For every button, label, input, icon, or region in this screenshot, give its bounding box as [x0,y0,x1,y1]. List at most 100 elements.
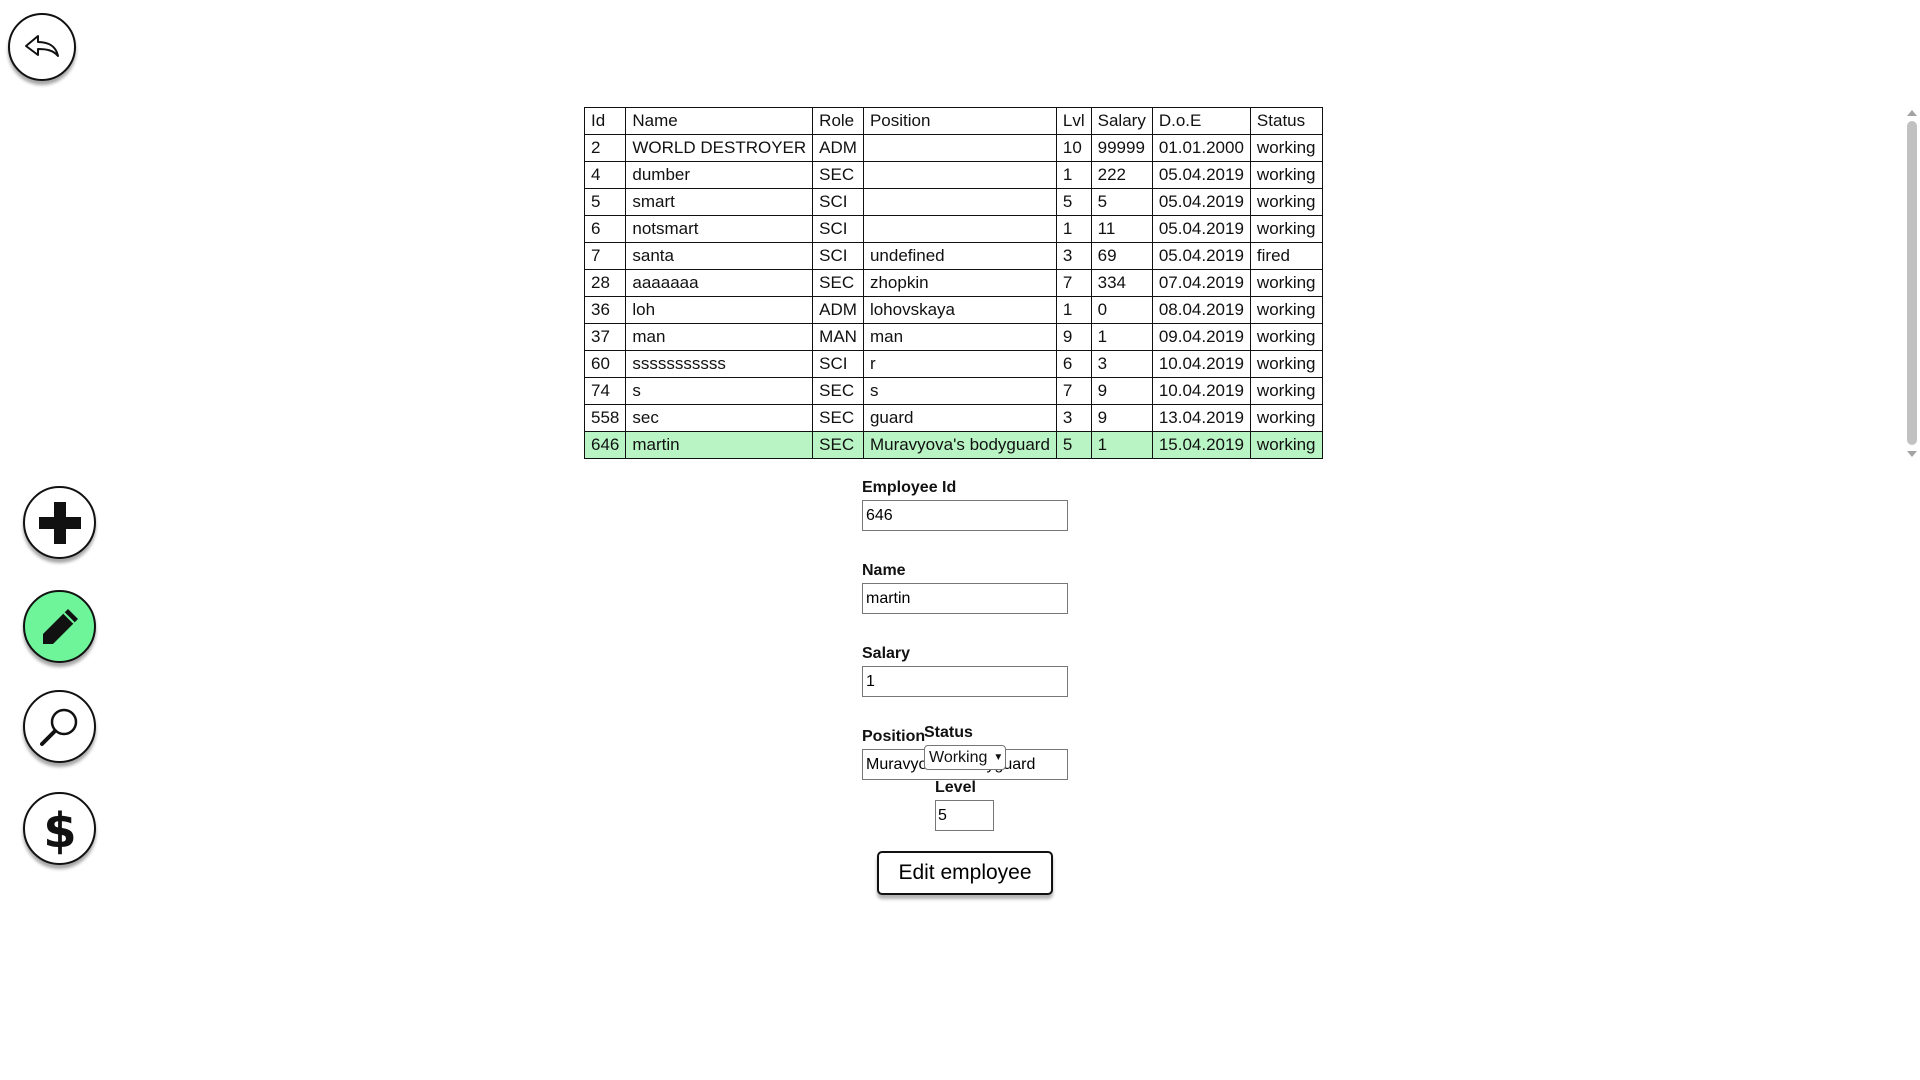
table-cell: 07.04.2019 [1151,269,1251,297]
table-cell [862,215,1057,243]
employees-table-container[interactable]: Id Name Role Position Lvl Salary D.o.E Status 2… [583,107,1904,460]
table-cell: SCI [812,215,864,243]
undo-arrow-icon [25,35,59,57]
column-header[interactable]: Name [625,107,814,135]
level-group: Level [935,778,1005,831]
table-cell: 646 [583,431,627,459]
edit-employee-nav-button[interactable] [23,590,96,663]
column-header[interactable]: Role [812,107,864,135]
table-cell: 37 [583,323,627,351]
table-cell: working [1249,404,1323,432]
table-scrollbar[interactable] [1904,107,1920,460]
edit-employee-button[interactable]: Edit employee [877,851,1053,895]
table-cell: SEC [812,404,864,432]
status-label: Status [924,724,973,741]
table-row[interactable]: 6 notsmart SCI 1 11 05.04.2019 working [583,215,1323,243]
table-cell: 05.04.2019 [1151,161,1251,189]
page: $ Id Name Role Position Lvl Salary D.o.E Status… [0,0,1920,1080]
table-cell: working [1249,296,1323,324]
table-row[interactable]: 7 santa SCI undefined 3 69 05.04.2019 fired [583,242,1323,270]
back-button[interactable] [8,13,76,81]
table-row[interactable]: 646 martin SEC Muravyova's bodyguard 5 1 15.04… [583,431,1323,459]
table-cell: 334 [1090,269,1153,297]
table-cell: 60 [583,350,627,378]
table-cell: 69 [1090,242,1153,270]
employees-table: Id Name Role Position Lvl Salary D.o.E Status 2… [583,107,1323,459]
name-label: Name [862,562,906,579]
salary-button[interactable]: $ [23,792,96,865]
scroll-up-arrow-icon[interactable] [1907,110,1917,116]
column-header[interactable]: Lvl [1055,107,1092,135]
table-cell: 11 [1090,215,1153,243]
table-cell: 74 [583,377,627,405]
table-cell: 1 [1055,161,1092,189]
table-cell: 7 [583,242,627,270]
table-cell: sec [625,404,814,432]
table-cell: man [625,323,814,351]
pencil-icon [42,608,78,644]
column-header[interactable]: Status [1249,107,1323,135]
table-cell: 05.04.2019 [1151,215,1251,243]
status-select[interactable]: Working ▼ [924,745,1006,770]
table-row[interactable]: 4 dumber SEC 1 222 05.04.2019 working [583,161,1323,189]
table-cell: 1 [1055,215,1092,243]
scroll-thumb[interactable] [1907,121,1917,445]
employee-id-field[interactable] [862,500,1068,531]
column-header[interactable]: Position [862,107,1057,135]
table-cell: 5 [1055,431,1092,459]
table-cell: SCI [812,242,864,270]
level-label: Level [935,779,976,796]
table-row[interactable]: 2 WORLD DESTROYER ADM 10 99999 01.01.2000 work… [583,134,1323,162]
dropdown-arrow-icon: ▼ [993,752,1004,763]
table-cell: 558 [583,404,627,432]
table-cell: lohovskaya [862,296,1057,324]
table-cell: 6 [583,215,627,243]
salary-field[interactable] [862,666,1068,697]
table-cell: 9 [1055,323,1092,351]
scroll-down-arrow-icon[interactable] [1907,451,1917,457]
table-cell: 7 [1055,377,1092,405]
table-row[interactable]: 36 loh ADM lohovskaya 1 0 08.04.2019 working [583,296,1323,324]
table-cell: SEC [812,377,864,405]
table-row[interactable]: 28 aaaaaaa SEC zhopkin 7 334 07.04.2019 working [583,269,1323,297]
dollar-icon: $ [43,803,76,855]
table-cell: working [1249,377,1323,405]
table-cell: guard [862,404,1057,432]
table-cell: 1 [1090,323,1153,351]
employee-id-label: Employee Id [862,479,957,496]
column-header[interactable]: Salary [1090,107,1153,135]
table-cell: undefined [862,242,1057,270]
table-row[interactable]: 5 smart SCI 5 5 05.04.2019 working [583,188,1323,216]
table-cell: 2 [583,134,627,162]
status-select-value: Working [929,748,988,766]
column-header[interactable]: Id [583,107,627,135]
search-employee-button[interactable] [23,690,96,763]
table-cell: working [1249,431,1323,459]
table-header-row: Id Name Role Position Lvl Salary D.o.E Status [583,107,1323,135]
table-cell: loh [625,296,814,324]
column-header[interactable]: D.o.E [1151,107,1251,135]
table-cell: working [1249,134,1323,162]
salary-label: Salary [862,645,911,662]
table-row[interactable]: 37 man MAN man 9 1 09.04.2019 working [583,323,1323,351]
table-row[interactable]: 74 s SEC s 7 9 10.04.2019 working [583,377,1323,405]
name-field[interactable] [862,583,1068,614]
table-cell: 10.04.2019 [1151,350,1251,378]
table-cell: s [625,377,814,405]
table-cell [862,134,1057,162]
table-row[interactable]: 558 sec SEC guard 3 9 13.04.2019 working [583,404,1323,432]
table-row[interactable]: 60 sssssssssss SCI r 6 3 10.04.2019 working [583,350,1323,378]
table-cell: WORLD DESTROYER [625,134,814,162]
table-cell: martin [625,431,814,459]
level-field[interactable] [935,800,994,831]
table-cell: SCI [812,350,864,378]
table-cell: dumber [625,161,814,189]
table-cell: 01.01.2000 [1151,134,1251,162]
table-cell: sssssssssss [625,350,814,378]
table-cell: r [862,350,1057,378]
table-cell: 1 [1055,296,1092,324]
table-cell: 13.04.2019 [1151,404,1251,432]
table-cell: 36 [583,296,627,324]
add-employee-button[interactable] [23,486,96,559]
table-cell: 10.04.2019 [1151,377,1251,405]
